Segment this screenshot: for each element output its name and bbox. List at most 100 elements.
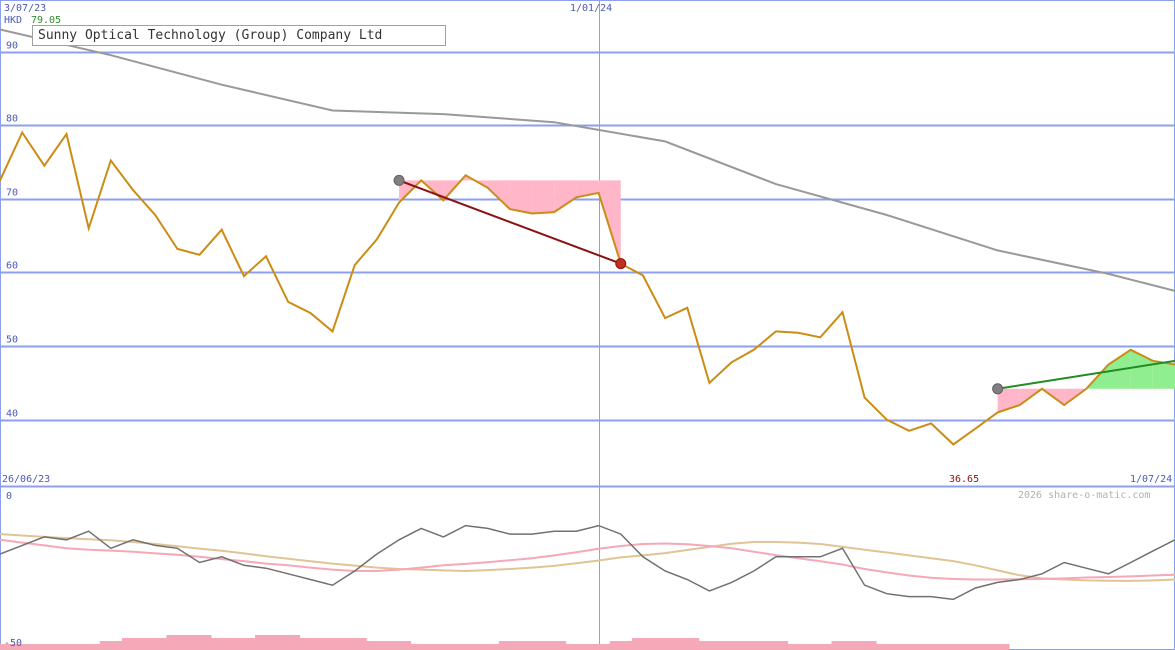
volume-bar	[166, 635, 190, 650]
volume-bar	[543, 641, 567, 650]
volume-bar	[920, 644, 944, 650]
price-point	[420, 179, 423, 182]
volume-bar	[831, 641, 855, 650]
oscillator-line-osc-tan	[0, 533, 1175, 582]
volume-bar	[898, 644, 921, 650]
trend-fill-segment	[1152, 360, 1175, 389]
y-tick-label: 60	[6, 261, 18, 272]
trend-start-marker	[992, 383, 1004, 395]
price-point	[908, 430, 910, 432]
volume-bar	[986, 644, 1010, 650]
price-point	[775, 330, 777, 333]
price-point	[442, 199, 445, 202]
price-point	[220, 228, 223, 231]
price-point	[21, 131, 24, 134]
volume-bar	[232, 638, 256, 650]
price-point	[154, 214, 156, 216]
volume-bar	[144, 638, 168, 650]
price-point	[132, 189, 134, 191]
price-point	[642, 274, 644, 277]
volume-bar	[210, 638, 234, 650]
volume-bar	[654, 638, 678, 650]
volume-bar	[255, 635, 278, 650]
volume-bar	[742, 641, 766, 650]
series-lines	[0, 28, 1175, 446]
price-point	[376, 238, 378, 241]
y-tick-label: 40	[6, 409, 18, 420]
price-point	[531, 212, 533, 215]
volume-bar	[99, 641, 123, 650]
trend-start-marker	[393, 174, 405, 186]
volume-bar	[432, 644, 456, 650]
volume-bar	[521, 641, 545, 650]
price-point	[1085, 388, 1088, 390]
price-point	[753, 349, 755, 351]
volume-bar	[853, 641, 877, 650]
chart-frame	[0, 0, 1175, 650]
price-point	[1063, 404, 1065, 406]
volume-bar	[764, 641, 788, 650]
price-point	[353, 264, 356, 266]
volume-bar	[698, 641, 722, 650]
volume-bar	[343, 638, 367, 650]
volume-bar	[77, 644, 101, 650]
price-point	[1107, 363, 1110, 366]
osc-tick-label: 0	[6, 491, 12, 502]
price-point	[597, 192, 600, 194]
price-point	[331, 330, 334, 333]
price-point	[1019, 404, 1021, 406]
price-point	[43, 164, 46, 167]
price-point	[996, 411, 999, 414]
price-point	[1152, 360, 1154, 362]
price-grid	[0, 0, 1175, 650]
volume-bar	[188, 635, 212, 650]
mid-date-label: 1/01/24	[570, 3, 613, 14]
price-point	[974, 427, 977, 430]
volume-bar	[676, 638, 700, 650]
price-point	[863, 396, 866, 399]
price-point	[1041, 388, 1043, 390]
osc-tick-label: -50	[4, 638, 22, 649]
tick-labels: 40 50 60 70 80 90 0 -50	[4, 41, 22, 650]
low-price-label: 36.65	[949, 474, 980, 485]
volume-bar	[565, 644, 589, 650]
volume-bar	[964, 644, 988, 650]
volume-bar	[587, 644, 611, 650]
footer-start-date: 26/06/23	[2, 474, 51, 485]
volume-bar	[277, 635, 301, 650]
volume-bar	[33, 644, 57, 650]
price-point	[176, 248, 179, 250]
price-point	[819, 336, 822, 339]
volume-bar	[809, 644, 833, 650]
price-chart: 40 50 60 70 80 90 0 -50	[0, 0, 1175, 650]
oscillator-panel	[0, 524, 1175, 650]
price-point	[664, 317, 666, 319]
price-point	[708, 382, 711, 384]
footer-end-date: 1/07/24	[1130, 474, 1173, 485]
price-point	[797, 332, 799, 334]
volume-bar	[321, 638, 345, 650]
price-point	[686, 307, 689, 309]
credit-label: 2026 share-o-matic.com	[1018, 490, 1151, 501]
volume-bar	[299, 638, 323, 650]
price-point	[309, 312, 312, 314]
price-point	[265, 255, 267, 258]
price-point	[1129, 349, 1132, 351]
price-point	[575, 196, 578, 199]
volume-bar	[122, 638, 145, 650]
y-tick-label: 90	[6, 41, 18, 52]
volume-bar	[875, 644, 899, 650]
trend-fill-segment	[532, 180, 555, 214]
price-point	[886, 418, 888, 421]
volume-bar	[942, 644, 966, 650]
volume-bar	[498, 641, 522, 650]
y-tick-label: 50	[6, 335, 18, 346]
volume-bar	[631, 638, 655, 650]
price-point	[87, 227, 90, 230]
price-point	[243, 275, 245, 277]
start-date-label: 3/07/23	[4, 3, 47, 14]
volume-bar	[787, 644, 811, 650]
price-point	[553, 211, 555, 213]
price-point	[287, 301, 290, 303]
volume-bar	[476, 644, 500, 650]
